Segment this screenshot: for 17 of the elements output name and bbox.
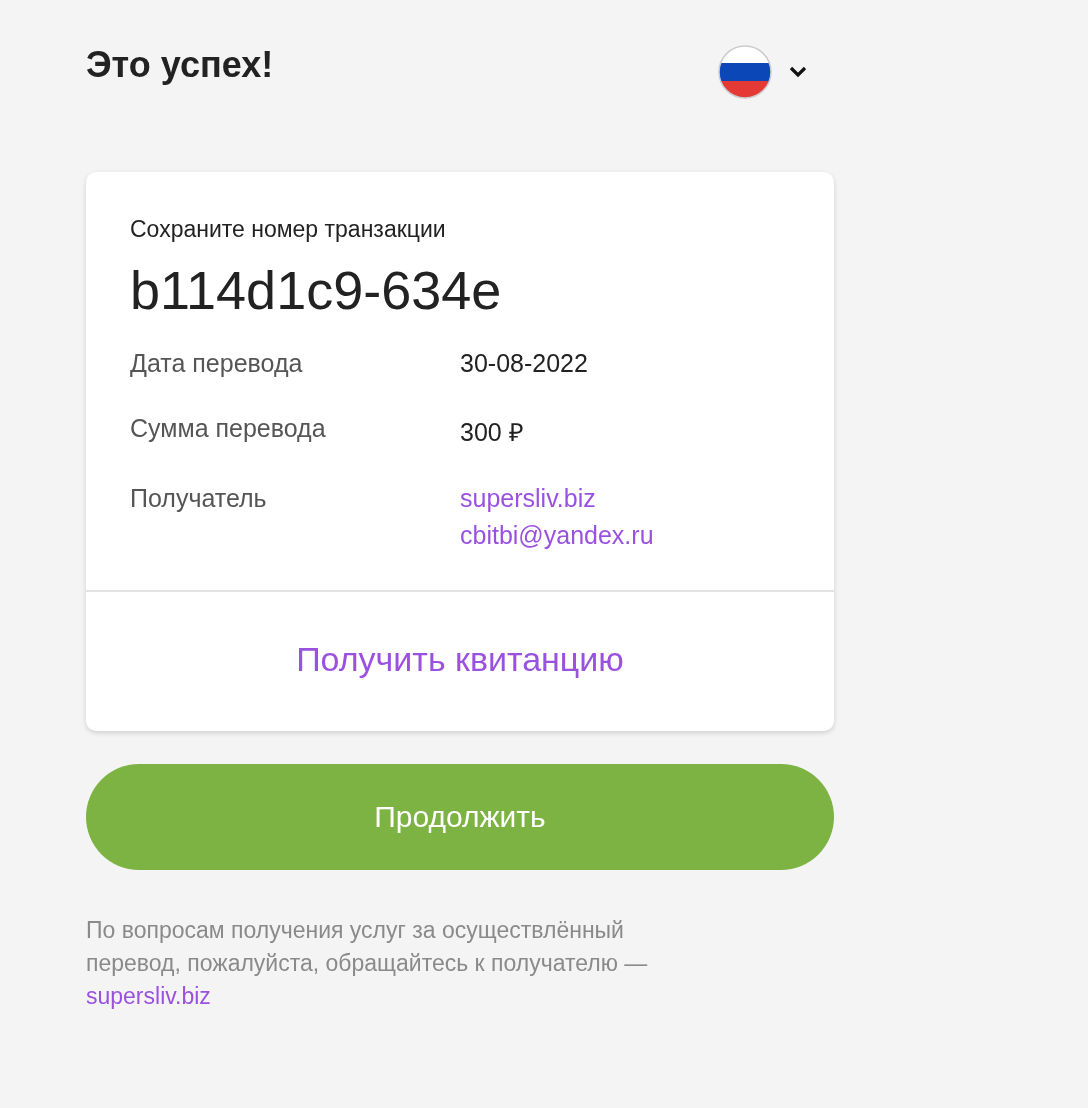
continue-button[interactable]: Продолжить bbox=[86, 764, 834, 870]
language-selector[interactable] bbox=[718, 45, 808, 99]
detail-link[interactable]: supersliv.biz bbox=[460, 484, 654, 513]
chevron-down-icon bbox=[788, 65, 808, 79]
detail-value: 30-08-2022 bbox=[460, 349, 588, 378]
detail-link[interactable]: cbitbi@yandex.ru bbox=[460, 521, 654, 550]
page-title: Это успех! bbox=[86, 44, 274, 86]
footer-note: По вопросам получения услуг за осуществлённый перевод, пожалуйста, обращайтесь к получателю — supersliv.biz bbox=[86, 916, 649, 1011]
transaction-caption: Сохраните номер транзакции bbox=[130, 216, 447, 243]
detail-label: Получатель bbox=[130, 484, 268, 514]
receipt-link[interactable]: Получить квитанцию bbox=[296, 640, 624, 679]
detail-value: 300 ₽ bbox=[460, 417, 524, 448]
detail-label: Сумма перевода bbox=[130, 414, 327, 444]
flag-icon bbox=[718, 45, 772, 99]
recipient-link[interactable]: supersliv.biz bbox=[86, 983, 211, 1009]
detail-label: Дата перевода bbox=[130, 349, 304, 378]
transaction-id: b114d1c9-634e bbox=[130, 259, 503, 321]
